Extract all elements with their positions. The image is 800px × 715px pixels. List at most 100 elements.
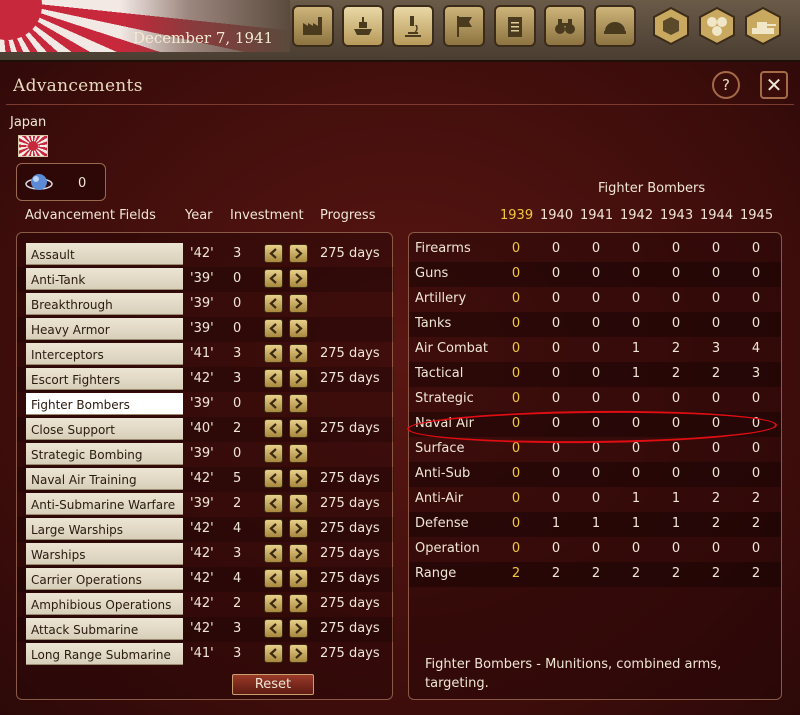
matrix-cell: 2 (711, 491, 721, 506)
matrix-cell: 0 (511, 541, 521, 556)
decrease-investment-button[interactable] (264, 244, 283, 263)
field-name[interactable]: Warships (26, 543, 183, 565)
year-column-header: 1944 (700, 208, 734, 223)
hex-cluster-icon[interactable] (697, 6, 737, 46)
matrix-cell: 2 (751, 566, 761, 581)
field-investment: 0 (233, 296, 242, 311)
matrix-row: Tactical 0 0 0 1 2 2 3 (409, 362, 781, 387)
increase-investment-button[interactable] (289, 269, 308, 288)
decrease-investment-button[interactable] (264, 419, 283, 438)
increase-investment-button[interactable] (289, 344, 308, 363)
increase-investment-button[interactable] (289, 469, 308, 488)
increase-investment-button[interactable] (289, 644, 308, 663)
increase-investment-button[interactable] (289, 519, 308, 538)
field-investment: 3 (233, 246, 242, 261)
field-name[interactable]: Interceptors (26, 343, 183, 365)
increase-investment-button[interactable] (289, 594, 308, 613)
field-name[interactable]: Attack Submarine (26, 618, 183, 640)
matrix-cell: 2 (671, 341, 681, 356)
hex-icon[interactable] (651, 6, 691, 46)
field-name[interactable]: Amphibious Operations (26, 593, 183, 615)
tank-icon[interactable] (743, 6, 783, 46)
matrix-cell: 0 (631, 291, 641, 306)
matrix-row-label: Anti-Air (415, 491, 464, 506)
matrix-cell: 0 (671, 466, 681, 481)
decrease-investment-button[interactable] (264, 469, 283, 488)
flag-icon (457, 16, 472, 37)
decrease-investment-button[interactable] (264, 319, 283, 338)
increase-investment-button[interactable] (289, 244, 308, 263)
field-investment: 3 (233, 646, 242, 661)
field-name[interactable]: Close Support (26, 418, 183, 440)
field-progress: 275 days (320, 596, 380, 611)
decrease-investment-button[interactable] (264, 544, 283, 563)
ships-button[interactable] (342, 5, 384, 47)
increase-investment-button[interactable] (289, 419, 308, 438)
matrix-row: Defense 0 1 1 1 1 2 2 (409, 512, 781, 537)
matrix-cell: 0 (671, 541, 681, 556)
field-name[interactable]: Fighter Bombers (26, 393, 183, 415)
investment-header: Investment (230, 208, 304, 223)
field-name[interactable]: Large Warships (26, 518, 183, 540)
field-name[interactable]: Naval Air Training (26, 468, 183, 490)
nation-name: Japan (10, 115, 47, 130)
field-name[interactable]: Anti-Submarine Warfare (26, 493, 183, 515)
matrix-row: Operation 0 0 0 0 0 0 0 (409, 537, 781, 562)
matrix-row-label: Defense (415, 516, 469, 531)
help-button[interactable]: ? (712, 71, 740, 99)
increase-investment-button[interactable] (289, 544, 308, 563)
decrease-investment-button[interactable] (264, 644, 283, 663)
decrease-investment-button[interactable] (264, 344, 283, 363)
matrix-row: Anti-Sub 0 0 0 0 0 0 0 (409, 462, 781, 487)
matrix-cell: 0 (751, 241, 761, 256)
decrease-investment-button[interactable] (264, 619, 283, 638)
matrix-cell: 0 (591, 316, 601, 331)
matrix-row: Strategic 0 0 0 0 0 0 0 (409, 387, 781, 412)
decrease-investment-button[interactable] (264, 494, 283, 513)
year-column-header: 1939 (500, 208, 534, 223)
production-button[interactable] (292, 5, 334, 47)
increase-investment-button[interactable] (289, 569, 308, 588)
decrease-investment-button[interactable] (264, 394, 283, 413)
increase-investment-button[interactable] (289, 294, 308, 313)
field-name[interactable]: Heavy Armor (26, 318, 183, 340)
field-name[interactable]: Breakthrough (26, 293, 183, 315)
intelligence-button[interactable] (544, 5, 586, 47)
increase-investment-button[interactable] (289, 619, 308, 638)
field-name[interactable]: Long Range Submarine (26, 643, 183, 665)
matrix-cell: 1 (551, 516, 561, 531)
decrease-investment-button[interactable] (264, 269, 283, 288)
field-name[interactable]: Anti-Tank (26, 268, 183, 290)
advancement-fields-panel: Assault '42' 3 275 days Anti-Tank '39' 0 Breakt… (16, 232, 394, 700)
field-name[interactable]: Escort Fighters (26, 368, 183, 390)
decrease-investment-button[interactable] (264, 569, 283, 588)
field-name[interactable]: Strategic Bombing (26, 443, 183, 465)
matrix-cell: 2 (631, 566, 641, 581)
decrease-investment-button[interactable] (264, 519, 283, 538)
increase-investment-button[interactable] (289, 444, 308, 463)
matrix-row-label: Surface (415, 441, 465, 456)
field-row: Long Range Submarine '41' 3 275 days (17, 642, 394, 667)
decrease-investment-button[interactable] (264, 369, 283, 388)
field-row: Warships '42' 3 275 days (17, 542, 394, 567)
matrix-cell: 2 (711, 566, 721, 581)
increase-investment-button[interactable] (289, 394, 308, 413)
diplomacy-button[interactable] (443, 5, 485, 47)
decrease-investment-button[interactable] (264, 294, 283, 313)
field-investment: 0 (233, 396, 242, 411)
dialog-title: Advancements (13, 76, 143, 96)
increase-investment-button[interactable] (289, 319, 308, 338)
decrease-investment-button[interactable] (264, 444, 283, 463)
reset-button[interactable]: Reset (232, 674, 314, 695)
army-button[interactable] (594, 5, 636, 47)
increase-investment-button[interactable] (289, 369, 308, 388)
decrease-investment-button[interactable] (264, 594, 283, 613)
field-name[interactable]: Assault (26, 243, 183, 265)
orders-button[interactable] (494, 5, 536, 47)
field-name[interactable]: Carrier Operations (26, 568, 183, 590)
close-button[interactable]: ✕ (760, 71, 788, 99)
research-button[interactable] (392, 5, 434, 47)
increase-investment-button[interactable] (289, 494, 308, 513)
matrix-cell: 0 (711, 391, 721, 406)
matrix-cell: 0 (551, 391, 561, 406)
